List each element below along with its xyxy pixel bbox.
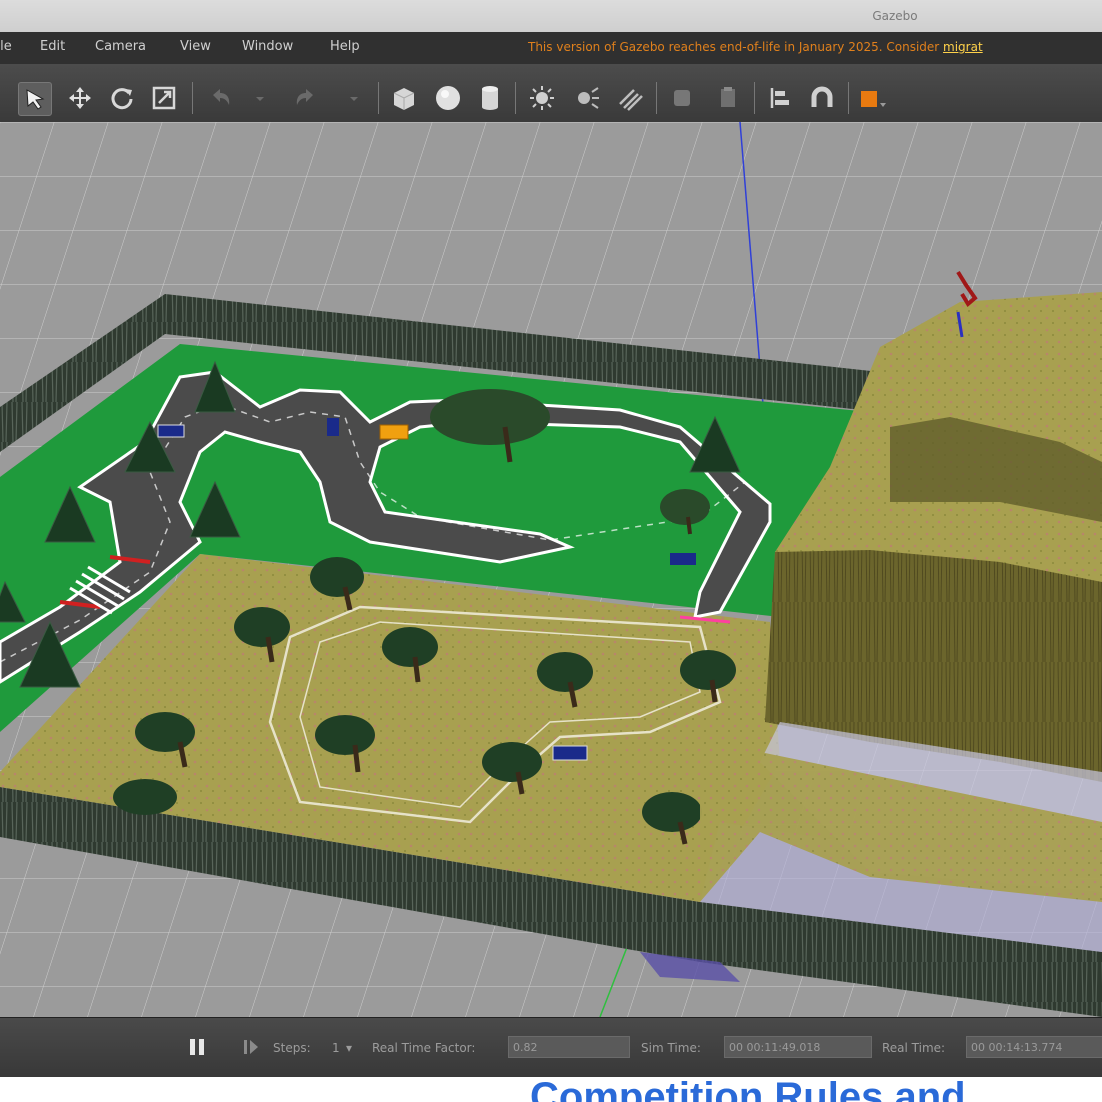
sim-time-field: 00 00:11:49.018 [724,1036,872,1058]
toolbar-separator [754,82,755,114]
toolbar [0,64,1102,123]
menu-file[interactable]: File [0,32,12,62]
toolbar-separator [656,82,657,114]
toolbar-separator [192,82,193,114]
sphere-icon[interactable] [432,82,464,114]
change-view-icon[interactable] [856,82,888,114]
menu-camera[interactable]: Camera [95,32,146,62]
spot-light-icon[interactable] [570,82,602,114]
redo-icon[interactable] [290,82,322,114]
snap-icon[interactable] [806,82,838,114]
real-time-factor-label: Real Time Factor: [372,1041,476,1055]
page-footer: Competition Rules and [0,1077,1102,1102]
menu-window[interactable]: Window [242,32,293,62]
undo-history-icon[interactable] [244,82,276,114]
translate-icon[interactable] [64,82,96,114]
menu-bar: File Edit Camera View Window Help This v… [0,32,1102,64]
box-icon[interactable] [388,82,420,114]
real-time-field: 00 00:14:13.774 [966,1036,1102,1058]
rotate-icon[interactable] [106,82,138,114]
paste-icon[interactable] [712,82,744,114]
toolbar-separator [515,82,516,114]
toolbar-separator [378,82,379,114]
robot-car [379,424,409,440]
eol-notice: This version of Gazebo reaches end-of-li… [528,32,983,62]
scene-render [0,122,1102,1017]
copy-icon[interactable] [666,82,698,114]
pause-icon[interactable] [186,1036,208,1058]
directional-light-icon[interactable] [614,82,646,114]
steps-value[interactable]: 1 [332,1038,340,1058]
cylinder-icon[interactable] [474,82,506,114]
step-icon[interactable] [240,1036,262,1058]
undo-icon[interactable] [204,82,236,114]
migrate-link[interactable]: migrat [943,40,983,54]
menu-view[interactable]: View [180,32,211,62]
align-icon[interactable] [764,82,796,114]
real-time-label: Real Time: [882,1041,946,1055]
sim-time-label: Sim Time: [641,1041,701,1055]
steps-spinner-icon[interactable]: ▾ [346,1038,352,1058]
playback-bar: Steps: 1 ▾ Real Time Factor: 0.82 Sim Ti… [0,1017,1102,1078]
real-time-factor-field: 0.82 [508,1036,630,1058]
redo-history-icon[interactable] [338,82,370,114]
scale-icon[interactable] [148,82,180,114]
section-heading: Competition Rules and [530,1077,966,1102]
toolbar-separator [848,82,849,114]
point-light-icon[interactable] [526,82,558,114]
menu-edit[interactable]: Edit [40,32,65,62]
steps-label: Steps: [273,1041,311,1055]
menu-help[interactable]: Help [330,32,360,62]
3d-viewport[interactable] [0,122,1102,1017]
select-arrow-icon[interactable] [18,82,52,116]
eol-notice-text: This version of Gazebo reaches end-of-li… [528,40,944,54]
window-title: Gazebo [872,9,918,23]
window-titlebar: Gazebo [0,0,1102,32]
